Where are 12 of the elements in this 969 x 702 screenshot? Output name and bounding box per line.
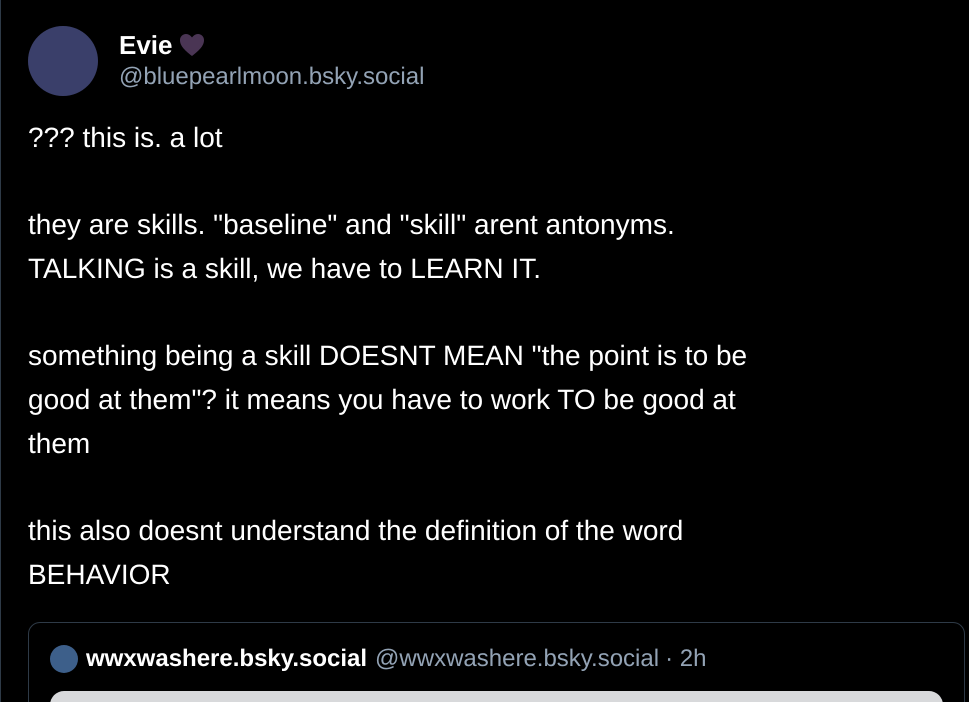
post-paragraph: ??? this is. a lot (28, 121, 223, 155)
author-handle[interactable]: @bluepearlmoon.bsky.social (119, 61, 424, 93)
quote-author-name[interactable]: wwxwashere.bsky.social (86, 641, 368, 677)
author-name[interactable]: Evie (119, 29, 172, 61)
post-paragraph: they are skills. "baseline" and "skill" arent antonyms. TALKING is a skill, we have to LEARN IT. (28, 208, 675, 286)
post-paragraph: something being a skill DOESNT MEAN "the point is to be good at them"? it means you have to work TO be good at them (28, 339, 748, 461)
quote-avatar-photo (50, 645, 78, 673)
heart-icon (178, 33, 204, 57)
quote-author-handle[interactable]: @wwxwashere.bsky.social (375, 641, 660, 677)
quote-card[interactable]: wwxwashere.bsky.social @wwxwashere.bsky.social · 2h (28, 622, 965, 702)
post-paragraph: this also doesnt understand the definition of the word BEHAVIOR (28, 514, 684, 592)
quote-time: · 2h (665, 644, 706, 674)
